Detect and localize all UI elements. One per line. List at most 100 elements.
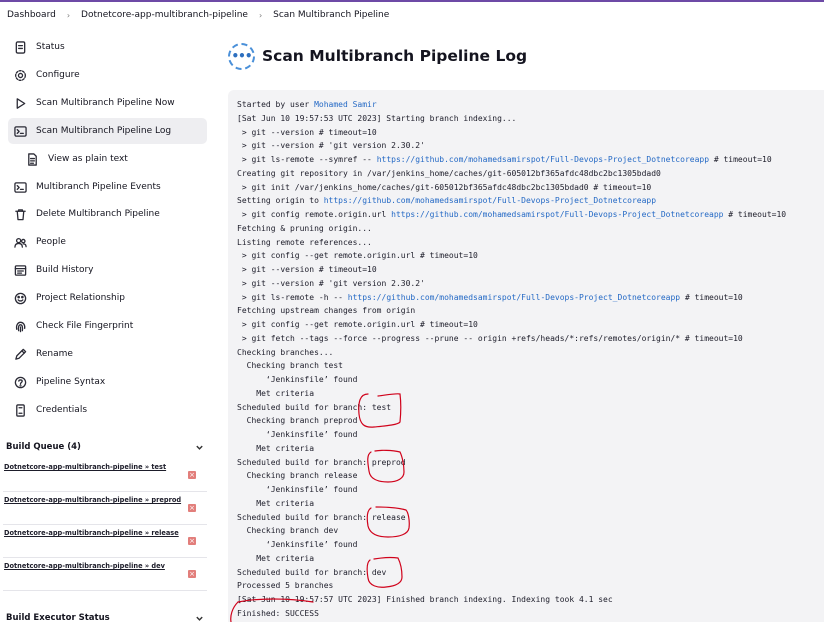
sidebar-item-scan-now[interactable]: Scan Multibranch Pipeline Now xyxy=(8,90,207,116)
log-line: Setting origin to https://github.com/moh… xyxy=(237,194,824,208)
log-line: Met criteria xyxy=(237,443,315,453)
sidebar-item-relationship[interactable]: Project Relationship xyxy=(8,285,207,311)
log-line: > git config --get remote.origin.url # t… xyxy=(237,251,478,261)
log-text: # timeout=10 xyxy=(709,155,772,164)
in-progress-icon: ••• xyxy=(228,42,255,70)
sidebar-item-rename[interactable]: Rename xyxy=(8,341,207,367)
queue-item-link[interactable]: Dotnetcore-app-multibranch-pipeline » re… xyxy=(4,529,179,537)
repo-link[interactable]: https://github.com/mohamedsamirspot/Full… xyxy=(348,293,680,302)
sidebar-item-people[interactable]: People xyxy=(8,229,207,255)
breadcrumb-current[interactable]: Scan Multibranch Pipeline xyxy=(271,10,391,20)
log-line: > git ls-remote --symref -- https://gith… xyxy=(237,153,824,167)
breadcrumb-project[interactable]: Dotnetcore-app-multibranch-pipeline xyxy=(79,10,250,20)
log-line: Scheduled build for branch: preprod xyxy=(237,457,406,467)
sidebar-item-credentials[interactable]: Credentials xyxy=(8,397,207,423)
gear-icon xyxy=(14,69,27,82)
log-line: Met criteria xyxy=(237,388,315,398)
sidebar-item-delete[interactable]: Delete Multibranch Pipeline xyxy=(8,201,207,227)
breadcrumb-separator-icon: › xyxy=(258,10,263,20)
repo-link[interactable]: https://github.com/mohamedsamirspot/Full… xyxy=(391,210,723,219)
build-executor-header[interactable]: Build Executor Status xyxy=(6,610,204,622)
credentials-icon xyxy=(14,403,27,417)
log-line: Checking branch release xyxy=(237,471,358,481)
sidebar-item-pipeline-syntax[interactable]: Pipeline Syntax xyxy=(8,369,207,395)
log-line: Checking branch preprod xyxy=(237,416,358,426)
sidebar-item-label: Delete Multibranch Pipeline xyxy=(36,209,160,219)
queue-item-link[interactable]: Dotnetcore-app-multibranch-pipeline » te… xyxy=(4,463,166,471)
sidebar-item-label: Scan Multibranch Pipeline Log xyxy=(36,126,172,136)
log-line: Creating git repository in /var/jenkins_… xyxy=(237,168,661,178)
log-line: Listing remote references... xyxy=(237,237,372,247)
list-item: Dotnetcore-app-multibranch-pipeline » te… xyxy=(3,459,207,492)
sidebar-item-label: Pipeline Syntax xyxy=(36,377,106,387)
sidebar-item-build-history[interactable]: Build History xyxy=(8,257,207,283)
log-text: Started by user xyxy=(237,100,315,109)
log-line: Met criteria xyxy=(237,553,315,563)
people-icon xyxy=(14,236,27,249)
breadcrumb-dashboard[interactable]: Dashboard xyxy=(5,10,58,20)
build-executor-title: Build Executor Status xyxy=(6,613,110,622)
sidebar-item-fingerprint[interactable]: Check File Fingerprint xyxy=(8,313,207,339)
log-line: Scheduled build for branch: dev xyxy=(237,567,387,577)
log-line: Scheduled build for branch: test xyxy=(237,402,392,412)
terminal-icon xyxy=(14,181,27,194)
breadcrumb: Dashboard › Dotnetcore-app-multibranch-p… xyxy=(0,2,824,28)
log-line: > git --version # 'git version 2.30.2' xyxy=(237,278,425,288)
log-line: Met criteria xyxy=(237,498,315,508)
notepad-icon xyxy=(14,40,27,54)
sidebar-item-scan-log[interactable]: Scan Multibranch Pipeline Log xyxy=(8,118,207,144)
cancel-icon[interactable]: × xyxy=(188,537,196,545)
sidebar-item-label: People xyxy=(36,237,66,247)
log-line: Processed 5 branches xyxy=(237,581,334,591)
sidebar-item-plain-text[interactable]: View as plain text xyxy=(8,146,207,172)
log-line: > git fetch --tags --force --progress --… xyxy=(237,333,743,343)
help-icon xyxy=(14,376,27,389)
sidebar-item-label: Check File Fingerprint xyxy=(36,321,134,331)
chevron-down-icon[interactable] xyxy=(195,614,204,622)
cancel-icon[interactable]: × xyxy=(188,570,196,578)
terminal-icon xyxy=(14,125,27,138)
repo-link[interactable]: https://github.com/mohamedsamirspot/Full… xyxy=(324,196,656,205)
sidebar-item-configure[interactable]: Configure xyxy=(8,62,207,88)
build-queue-title: Build Queue (4) xyxy=(6,442,81,452)
trash-icon xyxy=(14,208,27,221)
page-header: ••• Scan Multibranch Pipeline Log xyxy=(228,40,527,72)
log-text: > git ls-remote -h -- xyxy=(237,292,348,302)
queue-item-link[interactable]: Dotnetcore-app-multibranch-pipeline » de… xyxy=(4,562,165,570)
chevron-down-icon[interactable] xyxy=(195,443,204,452)
log-line: Checking branch dev xyxy=(237,526,339,536)
sidebar-item-label: Project Relationship xyxy=(36,293,125,303)
log-line: [Sat Jun 10 19:57:57 UTC 2023] Finished … xyxy=(237,595,613,604)
build-queue-header[interactable]: Build Queue (4) xyxy=(6,439,204,455)
log-line: Fetching upstream changes from origin xyxy=(237,306,416,316)
log-line: ‘Jenkinsfile’ found xyxy=(237,375,358,384)
document-icon xyxy=(26,152,39,166)
sidebar-item-label: Rename xyxy=(36,349,73,359)
play-icon xyxy=(14,97,27,110)
queue-item-link[interactable]: Dotnetcore-app-multibranch-pipeline » pr… xyxy=(4,496,181,504)
sidebar-item-events[interactable]: Multibranch Pipeline Events xyxy=(8,174,207,200)
log-line: Finished: SUCCESS xyxy=(237,608,319,618)
sidebar-item-label: Credentials xyxy=(36,405,88,415)
log-line: ‘Jenkinsfile’ found xyxy=(237,540,358,549)
user-link[interactable]: Mohamed Samir xyxy=(314,100,377,109)
sidebar-item-label: Multibranch Pipeline Events xyxy=(36,182,161,192)
log-line: Checking branch test xyxy=(237,361,343,371)
sidebar-item-label: Status xyxy=(36,42,65,52)
log-line: > git --version # timeout=10 xyxy=(237,127,377,137)
cancel-icon[interactable]: × xyxy=(188,471,196,479)
sidebar-item-label: View as plain text xyxy=(48,154,128,164)
log-line: > git ls-remote -h -- https://github.com… xyxy=(237,291,824,305)
log-line: [Sat Jun 10 19:57:53 UTC 2023] Starting … xyxy=(237,113,517,123)
cancel-icon[interactable]: × xyxy=(188,504,196,512)
list-item: Dotnetcore-app-multibranch-pipeline » pr… xyxy=(3,492,207,525)
sidebar-item-status[interactable]: Status xyxy=(8,34,207,60)
log-line: > git init /var/jenkins_home/caches/git-… xyxy=(237,182,652,192)
log-text: > git ls-remote --symref -- xyxy=(237,155,377,164)
page-title: Scan Multibranch Pipeline Log xyxy=(262,47,528,65)
repo-link[interactable]: https://github.com/mohamedsamirspot/Full… xyxy=(377,155,709,164)
log-line: Started by user Mohamed Samir xyxy=(237,98,824,112)
console-log: Started by user Mohamed Samir [Sat Jun 1… xyxy=(228,90,824,622)
sidebar-item-label: Build History xyxy=(36,265,94,275)
log-line: Fetching & pruning origin... xyxy=(237,223,372,233)
